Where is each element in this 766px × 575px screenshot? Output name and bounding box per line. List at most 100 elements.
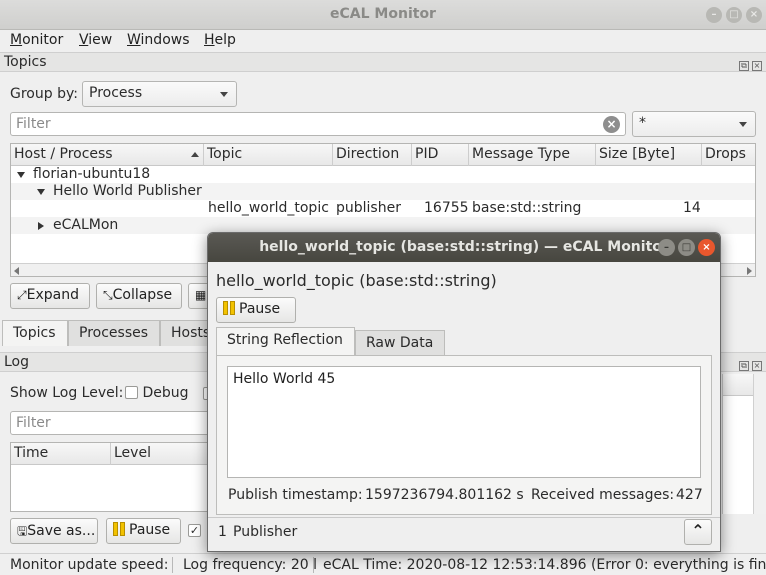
topic-pid: 16755 (424, 200, 469, 216)
tab-topics[interactable]: Topics (2, 320, 68, 346)
topics-dock-header: Topics ⧉ × (0, 52, 766, 72)
collapsed-arrow-icon[interactable] (38, 222, 44, 230)
tab-raw-data[interactable]: Raw Data (355, 330, 445, 355)
float-dock-icon[interactable]: ⧉ (739, 61, 749, 71)
col-size[interactable]: Size [Byte] (596, 144, 702, 166)
menubar: Monitor View Windows Help (0, 30, 766, 52)
topic-window-title: hello_world_topic (base:std::string) — e… (259, 239, 669, 255)
filter-column-select[interactable]: * (632, 111, 756, 137)
topics-tree-header: Host / Process Topic Direction PID Messa… (11, 144, 755, 166)
checkbox-icon[interactable] (125, 386, 138, 399)
expanded-arrow-icon[interactable] (17, 172, 25, 178)
pause-icon (223, 301, 236, 315)
topic-window-tabbar: String Reflection Raw Data (216, 327, 712, 355)
vertical-scrollbar[interactable] (753, 374, 766, 514)
scroll-right-icon[interactable] (747, 267, 752, 275)
publisher-label: Publisher (233, 524, 298, 540)
log-frequency: Log frequency: 20 l (183, 557, 317, 573)
log-filter-placeholder: Filter (16, 415, 51, 431)
topic-name: hello_world_topic (208, 200, 329, 216)
col-topic[interactable]: Topic (204, 144, 333, 166)
topic-heading: hello_world_topic (base:std::string) (216, 271, 497, 290)
pause-icon (113, 522, 126, 536)
message-content: Hello World 45 (233, 371, 336, 387)
topic-window-titlebar[interactable]: hello_world_topic (base:std::string) — e… (208, 233, 720, 262)
expand-button[interactable]: ⤢Expand (10, 283, 90, 309)
save-as-button[interactable]: 🖫Save as... (10, 518, 98, 544)
topic-message-type: base:std::string (472, 200, 582, 216)
table-icon: ▦ (195, 288, 207, 302)
menu-windows[interactable]: Windows (127, 32, 190, 48)
group-by-value: Process (89, 85, 143, 101)
log-table-right-edge (722, 374, 766, 514)
topics-dock-title: Topics (4, 54, 47, 70)
log-table-header: Time Level (11, 443, 219, 465)
other-process-name: eCALMon (53, 217, 119, 233)
col-message-type[interactable]: Message Type (469, 144, 596, 166)
menu-monitor[interactable]: Monitor (10, 32, 63, 48)
group-by-select[interactable]: Process (82, 81, 237, 107)
chevron-down-icon (220, 92, 228, 97)
debug-checkbox[interactable]: Debug (125, 385, 189, 401)
col-pid[interactable]: PID (412, 144, 469, 166)
expand-publishers-button[interactable]: ⌃ (684, 519, 712, 545)
collapse-icon: ⤡ (103, 288, 113, 302)
filter-column-value: * (639, 115, 646, 131)
string-reflection-pane: Hello World 45 Publish timestamp: 159723… (216, 355, 712, 515)
save-icon: 🖫 (17, 524, 28, 538)
scroll-left-icon[interactable] (14, 267, 19, 275)
statusbar: Monitor update speed: Log frequency: 20 … (0, 553, 766, 575)
log-dock-title: Log (4, 354, 30, 370)
minimize-button[interactable]: – (706, 7, 722, 23)
log-pause-button[interactable]: Pause (106, 518, 181, 544)
col-level[interactable]: Level (111, 443, 221, 465)
topic-size: 14 (683, 200, 701, 216)
menu-help[interactable]: Help (204, 32, 236, 48)
publish-timestamp-label: Publish timestamp: (228, 487, 363, 503)
main-titlebar: eCAL Monitor – □ × (0, 0, 766, 30)
col-drops[interactable]: Drops (702, 144, 757, 166)
received-messages-label: Received messages: (531, 487, 675, 503)
menu-view[interactable]: View (79, 32, 112, 48)
publisher-count: 1 (218, 524, 227, 540)
tab-string-reflection[interactable]: String Reflection (216, 327, 355, 355)
chevron-up-icon: ⌃ (691, 521, 705, 540)
close-dock-icon[interactable]: × (752, 361, 762, 371)
maximize-button[interactable]: □ (678, 239, 695, 256)
maximize-button[interactable]: □ (726, 7, 742, 23)
log-table[interactable]: Time Level (10, 442, 220, 512)
tab-processes[interactable]: Processes (68, 320, 160, 346)
ecal-time: eCAL Time: 2020-08-12 12:53:14.896 (Erro… (323, 557, 766, 573)
sort-asc-icon (191, 152, 199, 157)
log-filter-input[interactable]: Filter (10, 411, 220, 435)
col-host-process[interactable]: Host / Process (11, 144, 204, 166)
expanded-arrow-icon[interactable] (37, 189, 45, 195)
topic-window[interactable]: hello_world_topic (base:std::string) — e… (207, 232, 721, 552)
message-content-box[interactable]: Hello World 45 (227, 366, 701, 478)
divider (208, 517, 720, 518)
col-direction[interactable]: Direction (333, 144, 412, 166)
topic-pause-button[interactable]: Pause (216, 297, 296, 323)
tree-row-host[interactable]: florian-ubuntu18 (11, 166, 755, 183)
chevron-down-icon (739, 122, 747, 127)
host-name: florian-ubuntu18 (33, 166, 151, 182)
autoscroll-checkbox[interactable]: ✓ (188, 524, 201, 537)
tree-row-topic[interactable]: hello_world_topic publisher 16755 base:s… (11, 200, 755, 217)
tree-row-process[interactable]: Hello World Publisher (11, 183, 755, 200)
received-messages-value: 427 (676, 487, 703, 503)
expand-icon: ⤢ (17, 288, 27, 302)
window-title: eCAL Monitor (330, 6, 436, 22)
topic-filter-placeholder: Filter (16, 116, 51, 132)
process-name: Hello World Publisher (53, 183, 202, 199)
clear-filter-icon[interactable]: × (603, 116, 620, 133)
minimize-button[interactable]: – (658, 239, 675, 256)
close-button[interactable]: × (746, 7, 762, 23)
debug-label: Debug (142, 385, 189, 401)
publish-timestamp-value: 1597236794.801162 s (365, 487, 524, 503)
col-time[interactable]: Time (11, 443, 111, 465)
close-dock-icon[interactable]: × (752, 61, 762, 71)
collapse-button[interactable]: ⤡Collapse (96, 283, 182, 309)
float-dock-icon[interactable]: ⧉ (739, 361, 749, 371)
close-button[interactable]: × (698, 239, 715, 256)
topic-filter-input[interactable]: Filter × (10, 112, 626, 136)
